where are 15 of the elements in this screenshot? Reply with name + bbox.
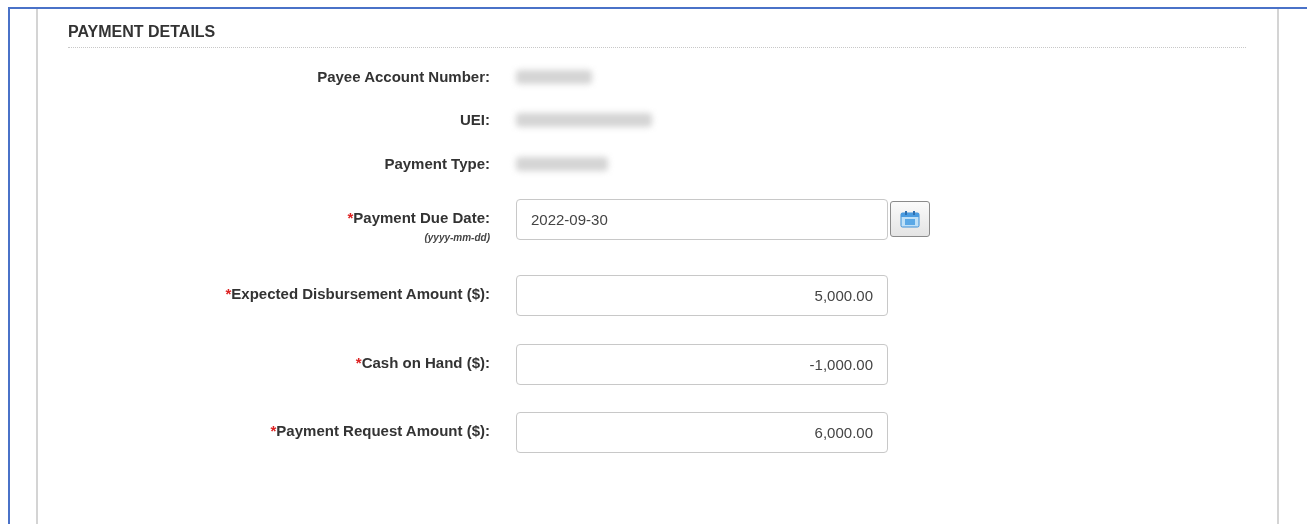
field-label: UEI: [460, 111, 490, 128]
field-label: Payee Account Number: [317, 68, 490, 85]
section-title: PAYMENT DETAILS [68, 23, 216, 40]
amount-field[interactable]: 5,000.00 [516, 275, 888, 316]
calendar-icon [900, 209, 920, 228]
amount-field[interactable]: 6,000.00 [516, 412, 888, 453]
field-label: *Payment Request Amount ($): [270, 422, 490, 439]
field-label: *Cash on Hand ($): [355, 354, 490, 371]
field-label: *Payment Due Date: [347, 209, 490, 226]
format-hint: (yyyy-mm-dd) [424, 232, 490, 243]
date-field[interactable]: 2022-09-30 [516, 199, 888, 240]
amount-field[interactable]: -1,000.00 [516, 344, 888, 385]
field-label: *Expected Disbursement Amount ($): [225, 285, 490, 302]
calendar-button[interactable] [890, 200, 930, 237]
field-label: Payment Type: [384, 155, 490, 172]
